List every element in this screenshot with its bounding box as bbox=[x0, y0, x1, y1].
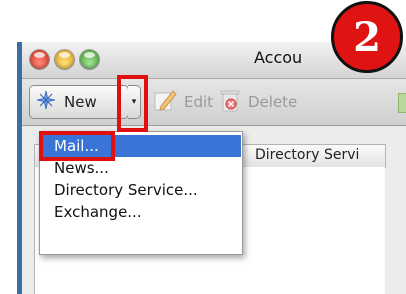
edit-button-label: Edit bbox=[184, 93, 214, 111]
toolbar: New ▾ Edit Delete bbox=[22, 79, 406, 126]
edit-button[interactable]: Edit bbox=[152, 85, 213, 119]
minimize-button[interactable] bbox=[55, 50, 74, 69]
sparkle-star-icon bbox=[36, 90, 56, 114]
new-button-label: New bbox=[64, 93, 97, 111]
mail-item-highlight bbox=[39, 131, 115, 161]
delete-button-label: Delete bbox=[248, 93, 298, 111]
close-button[interactable] bbox=[30, 50, 49, 69]
toolbar-item-partial[interactable] bbox=[398, 93, 406, 113]
new-button[interactable]: New bbox=[29, 85, 129, 119]
menu-item-exchange[interactable]: Exchange... bbox=[41, 201, 241, 223]
column-header-label: Directory Servi bbox=[255, 147, 360, 163]
menu-item-directory-service[interactable]: Directory Service... bbox=[41, 179, 241, 201]
step-number-badge: 2 bbox=[331, 1, 403, 73]
trash-icon bbox=[218, 87, 242, 117]
delete-button[interactable]: Delete bbox=[218, 85, 297, 119]
pencil-icon bbox=[152, 87, 178, 117]
window-title: Accou bbox=[254, 48, 303, 67]
zoom-button[interactable] bbox=[80, 50, 99, 69]
dropdown-highlight bbox=[117, 75, 148, 132]
